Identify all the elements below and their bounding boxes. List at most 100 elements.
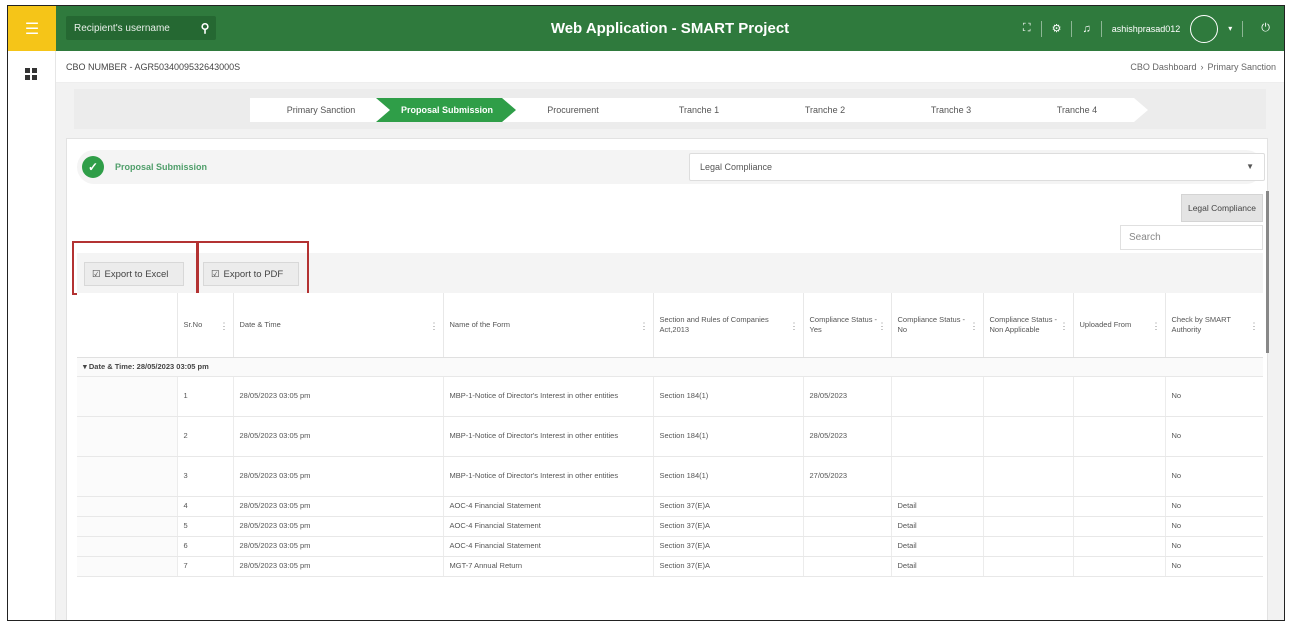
apps-grid-icon[interactable]: [25, 68, 37, 80]
column-header-check-authority[interactable]: Check by SMART Authority ⋮: [1165, 293, 1263, 358]
cell-check-authority: No: [1165, 496, 1263, 517]
check-circle-icon: ✓: [82, 156, 104, 178]
step-tranche-2[interactable]: Tranche 2: [754, 98, 896, 122]
step-tranche-4[interactable]: Tranche 4: [1006, 98, 1148, 122]
search-icon[interactable]: ⚲: [194, 21, 216, 35]
cell-sr-no: 7: [177, 556, 234, 577]
divider: [1242, 20, 1244, 37]
column-header-status-no[interactable]: Compliance Status - No ⋮: [891, 293, 984, 358]
cell-form-name: MBP-1-Notice of Director's Interest in o…: [443, 456, 654, 497]
recipient-search-input[interactable]: Recipient's username ⚲: [66, 16, 216, 40]
cell-blank: [77, 416, 178, 457]
cell-uploaded-from: [1073, 516, 1166, 537]
left-rail: ☰: [8, 6, 56, 620]
status-row: ✓ Proposal Submission Legal Compliance ▼: [77, 150, 1265, 184]
pdf-icon: ☑: [211, 268, 220, 280]
column-header-uploaded-from[interactable]: Uploaded From ⋮: [1073, 293, 1166, 358]
progress-stepper: Primary Sanction Proposal Submission Pro…: [74, 89, 1266, 129]
table-row[interactable]: 4 28/05/2023 03:05 pm AOC-4 Financial Stat…: [77, 496, 1263, 517]
cell-uploaded-from: [1073, 456, 1166, 497]
compliance-panel: ✓ Proposal Submission Legal Compliance ▼…: [66, 138, 1269, 620]
divider: [1040, 20, 1042, 37]
group-row[interactable]: ▾ Date & Time: 28/05/2023 03:05 pm: [77, 357, 1263, 377]
cell-status-na: [983, 496, 1074, 517]
workspace: Primary Sanction Proposal Submission Pro…: [56, 83, 1284, 620]
step-proposal-submission[interactable]: Proposal Submission: [376, 98, 518, 122]
cell-sr-no: 4: [177, 496, 234, 517]
hamburger-menu-icon[interactable]: ☰: [8, 6, 56, 51]
cell-uploaded-from: [1073, 496, 1166, 517]
settings-icon[interactable]: ⚙: [1052, 22, 1062, 35]
sub-header: CBO NUMBER - AGR5034009532643000S CBO Da…: [56, 51, 1284, 83]
table-row[interactable]: 7 28/05/2023 03:05 pm MGT-7 Annual Return S…: [77, 556, 1263, 577]
column-header-sr-no[interactable]: Sr.No ⋮: [177, 293, 234, 358]
table-header-row: Sr.No ⋮ Date & Time ⋮ Name of the Form ⋮ Se…: [77, 293, 1263, 358]
cell-status-no[interactable]: Detail: [891, 496, 984, 517]
cell-status-no[interactable]: Detail: [891, 556, 984, 577]
compliance-table: Sr.No ⋮ Date & Time ⋮ Name of the Form ⋮ Se…: [77, 293, 1263, 620]
table-row[interactable]: 3 28/05/2023 03:05 pm MBP-1-Notice of Dire…: [77, 456, 1263, 497]
avatar[interactable]: [1190, 14, 1219, 43]
export-excel-button[interactable]: ☑ Export to Excel: [84, 262, 184, 286]
cell-check-authority: No: [1165, 456, 1263, 497]
cell-date-time: 28/05/2023 03:05 pm: [233, 456, 444, 497]
step-primary-sanction[interactable]: Primary Sanction: [250, 98, 392, 122]
cell-section: Section 184(1): [653, 456, 804, 497]
export-pdf-button[interactable]: ☑ Export to PDF: [203, 262, 299, 286]
divider: [1071, 20, 1073, 37]
cbo-number: CBO NUMBER - AGR5034009532643000S: [66, 61, 241, 72]
cell-status-no[interactable]: Detail: [891, 536, 984, 557]
cell-section: Section 37(E)A: [653, 516, 804, 537]
cell-check-authority: No: [1165, 376, 1263, 417]
cell-check-authority: No: [1165, 516, 1263, 537]
column-header-blank: [77, 293, 178, 358]
cell-check-authority: No: [1165, 416, 1263, 457]
step-tranche-1[interactable]: Tranche 1: [628, 98, 770, 122]
cell-status-na: [983, 516, 1074, 537]
cell-blank: [77, 376, 178, 417]
table-row[interactable]: 6 28/05/2023 03:05 pm AOC-4 Financial Stat…: [77, 536, 1263, 557]
table-row[interactable]: 5 28/05/2023 03:05 pm AOC-4 Financial Stat…: [77, 516, 1263, 537]
select-value: Legal Compliance: [700, 162, 773, 172]
cell-date-time: 28/05/2023 03:05 pm: [233, 556, 444, 577]
column-header-section-rules[interactable]: Section and Rules of Companies Act,2013 ⋮: [653, 293, 804, 358]
cell-date-time: 28/05/2023 03:05 pm: [233, 416, 444, 457]
step-tranche-3[interactable]: Tranche 3: [880, 98, 1022, 122]
username[interactable]: ashishprasad012: [1112, 24, 1181, 34]
column-header-status-yes[interactable]: Compliance Status - Yes ⋮: [803, 293, 892, 358]
chevron-down-icon[interactable]: ▾: [1228, 24, 1232, 33]
top-right-controls: ⛶ ⚙ ♫ ashishprasad012 ▾ ⏻: [1023, 6, 1276, 51]
bell-icon[interactable]: ♫: [1082, 23, 1090, 35]
cell-section: Section 37(E)A: [653, 536, 804, 557]
cell-blank: [77, 456, 178, 497]
cell-section: Section 37(E)A: [653, 496, 804, 517]
divider: [1100, 20, 1102, 37]
column-header-status-na[interactable]: Compliance Status - Non Applicable ⋮: [983, 293, 1074, 358]
step-procurement[interactable]: Procurement: [502, 98, 644, 122]
column-header-date-time[interactable]: Date & Time ⋮: [233, 293, 444, 358]
fullscreen-icon[interactable]: ⛶: [1023, 22, 1031, 35]
table-row[interactable]: 2 28/05/2023 03:05 pm MBP-1-Notice of Dire…: [77, 416, 1263, 457]
cell-date-time: 28/05/2023 03:05 pm: [233, 376, 444, 417]
power-icon[interactable]: ⏻: [1261, 22, 1270, 35]
cell-status-no[interactable]: Detail: [891, 516, 984, 537]
cell-uploaded-from: [1073, 376, 1166, 417]
cell-status-yes: [803, 556, 892, 577]
legal-compliance-button[interactable]: Legal Compliance: [1181, 194, 1263, 222]
table-row[interactable]: 1 28/05/2023 03:05 pm MBP-1-Notice of Dire…: [77, 376, 1263, 417]
export-pdf-label: Export to PDF: [223, 268, 284, 280]
cell-section: Section 37(E)A: [653, 556, 804, 577]
cell-sr-no: 5: [177, 516, 234, 537]
vertical-scrollbar[interactable]: [1266, 191, 1269, 353]
cell-sr-no: 3: [177, 456, 234, 497]
cell-blank: [77, 556, 178, 577]
cell-check-authority: No: [1165, 536, 1263, 557]
cell-status-yes: [803, 496, 892, 517]
cell-form-name: AOC-4 Financial Statement: [443, 496, 654, 517]
cell-form-name: MGT-7 Annual Return: [443, 556, 654, 577]
table-search-input[interactable]: Search: [1120, 225, 1263, 250]
column-header-form-name[interactable]: Name of the Form ⋮: [443, 293, 654, 358]
compliance-type-select[interactable]: Legal Compliance ▼: [689, 153, 1265, 181]
breadcrumb-cbo-dashboard[interactable]: CBO Dashboard: [1130, 62, 1196, 72]
cell-form-name: AOC-4 Financial Statement: [443, 516, 654, 537]
